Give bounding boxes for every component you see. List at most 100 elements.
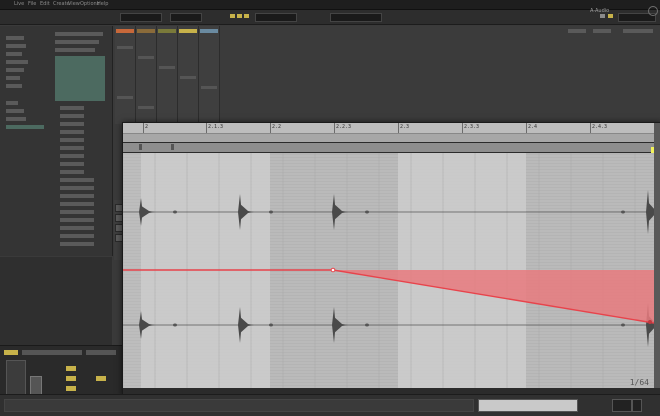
stop-button[interactable] <box>237 14 242 18</box>
browser-file[interactable] <box>60 114 84 118</box>
grid-quantize-label[interactable]: 1/64 <box>630 378 649 387</box>
browser-file[interactable] <box>55 48 95 52</box>
master-track-header[interactable] <box>623 29 653 33</box>
device-name-field[interactable] <box>22 350 82 355</box>
ruler-label: 2.3 <box>400 124 410 130</box>
tempo-display[interactable] <box>120 13 162 22</box>
browser-file[interactable] <box>60 186 94 190</box>
output-selector-arrow[interactable] <box>632 399 642 412</box>
browser-file[interactable] <box>60 218 94 222</box>
device-toggle-button[interactable] <box>66 376 76 381</box>
browser-category[interactable] <box>6 76 20 80</box>
session-view <box>113 26 660 124</box>
device-preset-field[interactable] <box>86 350 116 355</box>
browser-file[interactable] <box>60 234 94 238</box>
ruler-label: 2.4.3 <box>592 124 608 130</box>
loop-display[interactable] <box>330 13 382 22</box>
key-map-button[interactable] <box>600 14 605 18</box>
browser-category[interactable] <box>6 60 28 64</box>
ruler-label: 2.2.3 <box>336 124 352 130</box>
status-bar <box>0 394 660 416</box>
browser-file[interactable] <box>60 138 84 142</box>
browser-file[interactable] <box>60 226 94 230</box>
browser-category[interactable] <box>6 36 24 40</box>
menu-help[interactable]: Help <box>97 1 108 7</box>
track-header[interactable] <box>158 29 176 33</box>
menu-view[interactable]: View <box>68 1 80 7</box>
browser-file[interactable] <box>60 178 94 182</box>
browser-file[interactable] <box>60 130 84 134</box>
sample-ruler[interactable] <box>123 134 654 142</box>
menu-live[interactable]: Live <box>14 1 24 7</box>
browser-file[interactable] <box>60 202 94 206</box>
midi-map-button[interactable] <box>608 14 613 18</box>
play-button[interactable] <box>230 14 235 18</box>
browser-category[interactable] <box>6 84 22 88</box>
browser-file[interactable] <box>60 162 84 166</box>
ruler-label: 2 <box>145 124 149 130</box>
ruler-tick <box>398 123 399 133</box>
ruler-tick <box>206 123 207 133</box>
signature-display[interactable] <box>170 13 202 22</box>
browser-file[interactable] <box>60 106 84 110</box>
browser-file[interactable] <box>60 146 84 150</box>
track-header[interactable] <box>137 29 155 33</box>
browser-file[interactable] <box>60 194 94 198</box>
warp-marker[interactable] <box>171 144 174 150</box>
track-header[interactable] <box>200 29 218 33</box>
browser-file[interactable] <box>60 210 94 214</box>
loop-brace-strip[interactable] <box>123 143 654 152</box>
waveform-display[interactable] <box>123 153 654 388</box>
track-column[interactable] <box>157 26 178 124</box>
browser-file[interactable] <box>60 122 84 126</box>
return-track-header[interactable] <box>568 29 586 33</box>
browser-file-selection[interactable] <box>55 56 105 101</box>
browser-category[interactable] <box>6 44 26 48</box>
record-icon[interactable] <box>648 6 658 16</box>
browser-place[interactable] <box>6 109 24 113</box>
menu-edit[interactable]: Edit <box>40 1 50 7</box>
ruler-tick <box>590 123 591 133</box>
track-column[interactable] <box>199 26 220 124</box>
device-toggle-button[interactable] <box>66 366 76 371</box>
track-header[interactable] <box>179 29 197 33</box>
output-selector[interactable] <box>612 399 632 412</box>
position-display[interactable] <box>255 13 297 22</box>
return-track-header[interactable] <box>593 29 611 33</box>
browser-place-selected[interactable] <box>6 125 44 129</box>
device-toggle-button[interactable] <box>66 386 76 391</box>
track-column[interactable] <box>115 26 136 124</box>
browser-category[interactable] <box>6 68 24 72</box>
device-title-bar[interactable] <box>4 350 18 355</box>
browser-file[interactable] <box>60 170 84 174</box>
overview-strip[interactable] <box>478 399 578 412</box>
browser-file[interactable] <box>60 242 94 246</box>
device-toggle-button[interactable] <box>96 376 106 381</box>
record-button[interactable] <box>244 14 249 18</box>
loop-start-marker[interactable] <box>139 144 142 150</box>
browser-file[interactable] <box>60 154 84 158</box>
transient-tail <box>269 210 273 214</box>
envelope-breakpoint[interactable] <box>648 320 652 324</box>
clip-view-side-controls <box>114 200 123 260</box>
track-header[interactable] <box>116 29 134 33</box>
ruler-label: 2.4 <box>528 124 538 130</box>
ruler-label: 2.1.3 <box>208 124 224 130</box>
browser-panel <box>0 26 113 256</box>
browser-file[interactable] <box>55 32 103 36</box>
track-column[interactable] <box>136 26 157 124</box>
track-column[interactable] <box>178 26 199 124</box>
fader-knob[interactable] <box>30 376 42 396</box>
envelope-breakpoint[interactable] <box>330 267 336 273</box>
browser-file[interactable] <box>55 40 99 44</box>
beat-time-ruler[interactable]: 2 2.1.3 2.2 2.2.3 2.3 2.3.3 2.4 2.4.3 <box>123 123 654 134</box>
transient-tail <box>173 323 177 327</box>
menu-file[interactable]: File <box>28 1 36 7</box>
vertical-scrollbar[interactable] <box>654 123 660 388</box>
ruler-label: 2.2 <box>272 124 282 130</box>
ruler-tick <box>270 123 271 133</box>
transient-tail <box>621 210 625 214</box>
browser-category[interactable] <box>6 52 22 56</box>
browser-place[interactable] <box>6 117 26 121</box>
browser-place[interactable] <box>6 101 18 105</box>
